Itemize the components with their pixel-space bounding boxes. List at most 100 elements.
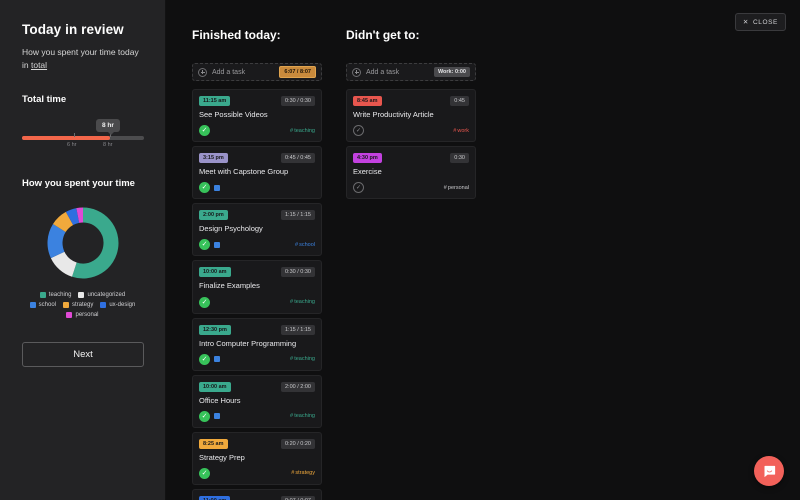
task-checked-icon[interactable]: ✓	[199, 353, 210, 365]
task-card-header: 8:25 am 0:20 / 0:20	[199, 438, 315, 449]
total-time-label: Total time	[22, 93, 67, 105]
task-status-icons: ✓	[353, 182, 364, 194]
task-card[interactable]: 3:15 pm 0:45 / 0:45 Meet with Capstone G…	[192, 146, 322, 200]
task-time-badge: 10:00 am	[199, 381, 231, 392]
task-tag[interactable]: # school	[295, 242, 315, 248]
column-heading: Finished today:	[192, 28, 281, 42]
task-status-icons: ✓	[199, 125, 210, 137]
task-card[interactable]: 11:00 am 0:07 / 0:07 UX Research and Des…	[192, 488, 322, 500]
task-duration-badge: 1:15 / 1:15	[281, 324, 315, 335]
task-duration-badge: 0:30 / 0:30	[281, 267, 315, 278]
task-tag[interactable]: # teaching	[290, 128, 315, 134]
task-card-header: 12:30 pm 1:15 / 1:15	[199, 324, 315, 335]
task-columns: Finished today: Add a task 6:07 / 8:07 11:…	[192, 28, 800, 500]
column-heading: Didn't get to:	[346, 28, 420, 42]
slider-tick-label-right: 8 hr	[103, 141, 113, 148]
task-checked-icon[interactable]: ✓	[199, 296, 210, 308]
task-card-footer: ✓ # teaching	[199, 296, 315, 308]
subtitle-link-total[interactable]: total	[31, 60, 47, 70]
task-card[interactable]: 8:45 am 0:45 Write Productivity Article …	[346, 89, 476, 143]
task-card[interactable]: 10:00 am 0:30 / 0:30 Finalize Examples ✓…	[192, 260, 322, 314]
task-tag[interactable]: # teaching	[290, 299, 315, 305]
donut-slice-school	[47, 223, 66, 258]
task-card[interactable]: 8:25 am 0:20 / 0:20 Strategy Prep ✓ # st…	[192, 431, 322, 485]
add-task-label: Add a task	[366, 68, 400, 76]
task-duration-badge: 0:30 / 0:30	[281, 96, 315, 106]
task-time-badge: 3:15 pm	[199, 153, 228, 164]
task-tag[interactable]: # strategy	[291, 470, 315, 476]
legend-swatch-school	[29, 301, 36, 308]
task-time-badge: 8:45 am	[353, 96, 382, 106]
legend-item-strategy: strategy	[62, 301, 94, 308]
legend-item-personal: personal	[66, 311, 99, 318]
task-card-header: 3:15 pm 0:45 / 0:45	[199, 153, 315, 164]
task-title: Meet with Capstone Group	[199, 167, 289, 177]
task-checked-icon[interactable]: ✓	[199, 239, 210, 251]
task-status-icons: ✓	[199, 353, 220, 365]
add-task-button[interactable]: Add a task Work: 0:00	[346, 63, 476, 81]
page-title: Today in review	[22, 22, 124, 37]
task-card-footer: ✓	[199, 182, 315, 194]
close-button-label: CLOSE	[752, 18, 778, 26]
task-checked-icon[interactable]: ✓	[199, 182, 210, 194]
donut-slice-ux-design	[65, 207, 79, 225]
calendar-source-icon	[214, 356, 220, 363]
task-title: See Possible Videos	[199, 110, 268, 119]
task-tag[interactable]: # personal	[444, 185, 469, 191]
task-time-badge: 10:00 am	[199, 267, 231, 278]
task-card-footer: ✓ # teaching	[199, 125, 315, 137]
task-card[interactable]: 10:00 am 2:00 / 2:00 Office Hours ✓ # te…	[192, 374, 322, 428]
task-card-header: 2:00 pm 1:15 / 1:15	[199, 210, 315, 221]
task-status-icons: ✓	[353, 125, 364, 137]
task-checked-icon[interactable]: ✓	[199, 467, 210, 479]
task-card[interactable]: 4:30 pm 0:30 Exercise ✓ # personal	[346, 146, 476, 200]
task-title: Office Hours	[199, 395, 241, 405]
task-card-footer: ✓ # work	[353, 125, 469, 137]
task-checked-icon[interactable]: ✓	[199, 125, 210, 137]
task-duration-badge: 0:45 / 0:45	[281, 153, 315, 164]
task-card-header: 10:00 am 2:00 / 2:00	[199, 381, 315, 392]
column-total-badge: Work: 0:00	[433, 67, 470, 77]
task-time-badge: 11:15 am	[199, 96, 231, 106]
task-card-footer: ✓ # personal	[353, 182, 469, 194]
main-content: Finished today: Add a task 6:07 / 8:07 11:…	[166, 0, 800, 500]
task-tag[interactable]: # work	[453, 128, 469, 134]
task-title: Design Psychology	[199, 224, 263, 234]
task-checked-icon[interactable]: ✓	[199, 410, 210, 422]
calendar-source-icon	[214, 184, 220, 191]
legend-swatch-personal	[66, 311, 73, 318]
close-button[interactable]: ✕ CLOSE	[734, 13, 786, 31]
task-card[interactable]: 2:00 pm 1:15 / 1:15 Design Psychology ✓ …	[192, 203, 322, 257]
legend-swatch-strategy	[62, 301, 69, 308]
legend-swatch-teaching	[39, 291, 46, 298]
task-tag[interactable]: # teaching	[290, 413, 315, 419]
column-total-badge: 6:07 / 8:07	[279, 66, 316, 78]
task-card[interactable]: 12:30 pm 1:15 / 1:15 Intro Computer Prog…	[192, 317, 322, 371]
task-duration-badge: 0:20 / 0:20	[281, 438, 315, 449]
legend-label: personal	[75, 311, 99, 318]
donut-svg	[47, 207, 118, 278]
donut-slice-uncategorized	[50, 250, 77, 277]
chat-glyph	[764, 465, 775, 477]
task-card[interactable]: 11:15 am 0:30 / 0:30 See Possible Videos…	[192, 89, 322, 143]
task-title: Write Productivity Article	[353, 110, 434, 119]
task-unchecked-icon[interactable]: ✓	[353, 182, 364, 194]
task-time-badge: 8:25 am	[199, 438, 228, 449]
next-button[interactable]: Next	[22, 341, 144, 367]
legend-label: strategy	[71, 301, 94, 308]
add-task-label: Add a task	[212, 68, 246, 76]
slider-fill	[22, 135, 110, 140]
task-status-icons: ✓	[199, 410, 220, 422]
add-task-button[interactable]: Add a task 6:07 / 8:07	[192, 63, 322, 81]
plus-icon	[198, 67, 207, 77]
close-icon: ✕	[742, 19, 749, 26]
slider-value-tooltip: 8 hr	[96, 118, 120, 135]
chat-bubble-icon[interactable]	[754, 456, 784, 486]
review-sidebar: Today in review How you spent your time …	[0, 0, 166, 500]
task-title: Finalize Examples	[199, 281, 260, 291]
task-unchecked-icon[interactable]: ✓	[353, 125, 364, 137]
task-tag[interactable]: # teaching	[290, 356, 315, 362]
task-time-badge: 4:30 pm	[353, 153, 382, 164]
task-card-header: 11:00 am 0:07 / 0:07	[199, 495, 315, 500]
total-time-slider[interactable]: 8 hr 6 hr 8 hr	[22, 118, 144, 152]
